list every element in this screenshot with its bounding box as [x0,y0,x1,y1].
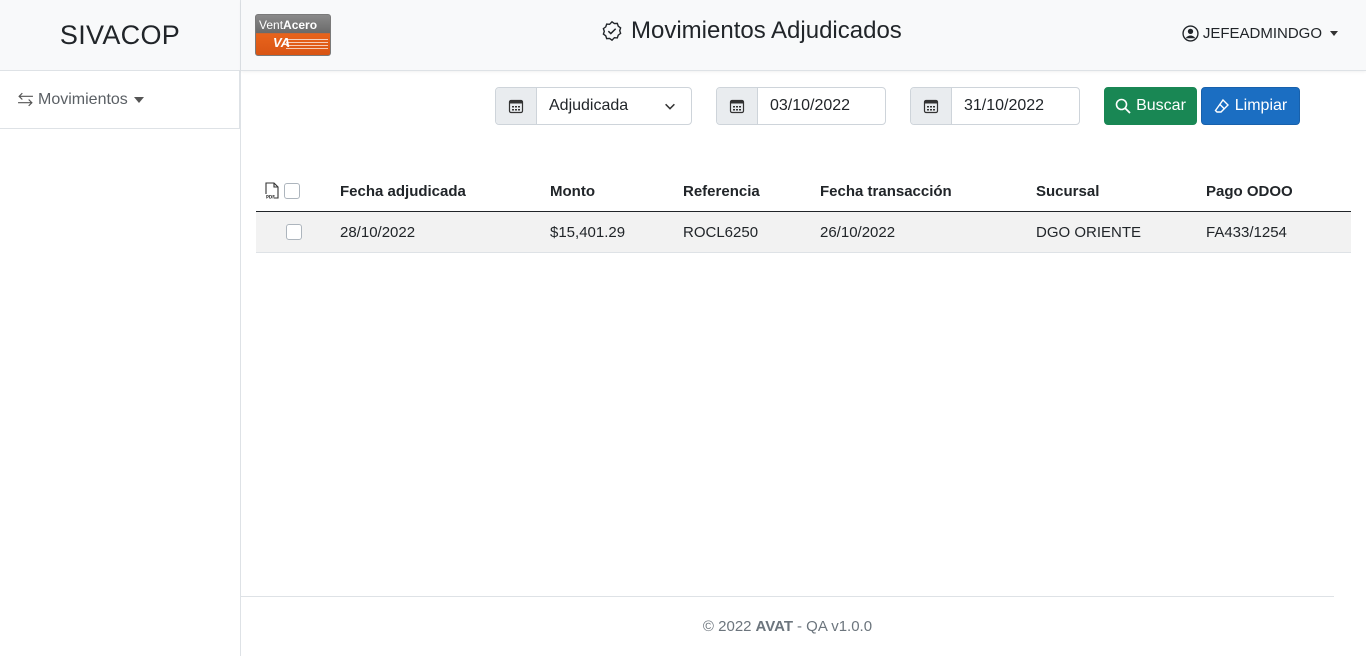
status-select-value: Adjudicada [537,88,691,124]
app-brand: SIVACOP [0,0,240,71]
sidebar: SIVACOP Movimientos [0,0,241,656]
svg-text:PDF: PDF [266,195,275,200]
logo-stripes [286,39,328,51]
column-header-fecha-transaccion: Fecha transacción [820,182,952,200]
caret-down-icon [1330,31,1338,36]
clear-button[interactable]: Limpiar [1201,87,1300,125]
table-row[interactable]: 28/10/2022 $15,401.29 ROCL6250 26/10/202… [256,212,1351,253]
page-title: Movimientos Adjudicados [601,17,902,45]
cell-fecha-transaccion: 26/10/2022 [820,223,896,241]
status-select[interactable]: Adjudicada [495,87,692,125]
search-icon [1115,98,1131,114]
date-to-field[interactable]: 31/10/2022 [910,87,1080,125]
footer: © 2022 AVAT - QA v1.0.0 [241,596,1334,656]
footer-copyright: © 2022 [702,618,752,635]
movements-table: PDF Fecha adjudicada Monto Referencia Fe… [256,171,1351,253]
cell-fecha-adjudicada: 28/10/2022 [340,223,416,241]
footer-version: - QA v1.0.0 [797,618,873,635]
pdf-file-icon[interactable]: PDF [264,171,280,211]
cell-referencia: ROCL6250 [683,223,759,241]
cell-monto: $15,401.29 [550,223,626,241]
top-bar: VentAcero VA Movimientos Adjudicados JEF… [241,0,1366,71]
date-from-field[interactable]: 03/10/2022 [716,87,886,125]
date-to-value[interactable]: 31/10/2022 [952,88,1079,124]
cell-sucursal: DGO ORIENTE [1036,223,1142,241]
column-header-sucursal: Sucursal [1036,182,1100,200]
clear-button-label: Limpiar [1234,97,1288,114]
chevron-down-icon [665,103,675,110]
column-header-monto: Monto [550,182,595,200]
column-header-pago-odoo: Pago ODOO [1206,182,1293,200]
search-button-label: Buscar [1136,97,1186,114]
select-all-checkbox[interactable] [284,171,300,211]
calendar-icon [717,88,758,124]
arrows-left-right-icon [18,92,33,107]
table-header: PDF Fecha adjudicada Monto Referencia Fe… [256,171,1351,212]
logo-text: VentAcero [259,18,318,32]
caret-down-icon [133,96,144,103]
calendar-icon [911,88,952,124]
footer-company: AVAT [755,618,794,635]
user-name: JEFEADMINDGO [1202,25,1322,42]
patch-check-icon [602,20,622,42]
sidebar-item-movimientos[interactable]: Movimientos [0,71,240,129]
calendar-icon [496,88,537,124]
column-header-referencia: Referencia [683,182,760,200]
column-header-fecha-adjudicada: Fecha adjudicada [340,182,466,200]
search-button[interactable]: Buscar [1104,87,1197,125]
user-menu[interactable]: JEFEADMINDGO [1182,25,1338,42]
row-checkbox[interactable] [286,212,302,252]
date-from-value[interactable]: 03/10/2022 [758,88,885,124]
user-circle-icon [1182,25,1199,42]
cell-pago-odoo: FA433/1254 [1206,223,1287,241]
app-root: SIVACOP Movimientos VentAcero VA Movimie… [0,0,1366,656]
eraser-icon [1214,98,1229,113]
sidebar-item-label: Movimientos [38,90,128,108]
page-title-text: Movimientos Adjudicados [631,17,902,44]
ventacero-logo: VentAcero VA [255,14,331,56]
